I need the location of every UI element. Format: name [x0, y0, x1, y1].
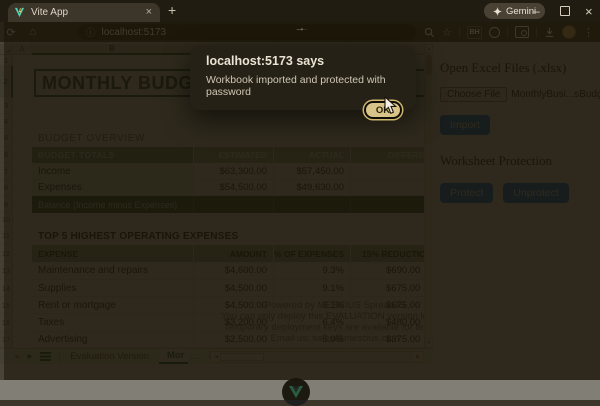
window-close-button[interactable]: ×	[585, 0, 593, 22]
browser-titlebar: Vite App × + Gemini – ×	[0, 0, 600, 22]
gemini-label: Gemini	[506, 6, 536, 17]
window-maximize-button[interactable]	[560, 0, 570, 22]
page-content: A B C D E 1 2 MONTHLY BUDGET 3 4	[0, 42, 600, 400]
window-minimize-button[interactable]: –	[533, 0, 540, 22]
gemini-spark-icon	[493, 7, 502, 16]
tab-close-icon[interactable]: ×	[144, 7, 154, 18]
vite-logo-icon	[14, 7, 25, 18]
browser-toolbar: ← → ⟳ ⌂ ⓘ localhost:5173 ☆ BH ⋮	[0, 22, 600, 42]
browser-tab[interactable]: Vite App ×	[8, 3, 160, 22]
alert-title: localhost:5173 says	[206, 54, 400, 68]
mouse-cursor	[384, 96, 397, 115]
new-tab-button[interactable]: +	[168, 2, 176, 18]
alert-dialog: localhost:5173 says Workbook imported an…	[190, 46, 416, 110]
alert-message: Workbook imported and protected with pas…	[206, 74, 400, 98]
tab-title: Vite App	[31, 7, 144, 18]
maximize-icon	[560, 6, 570, 16]
